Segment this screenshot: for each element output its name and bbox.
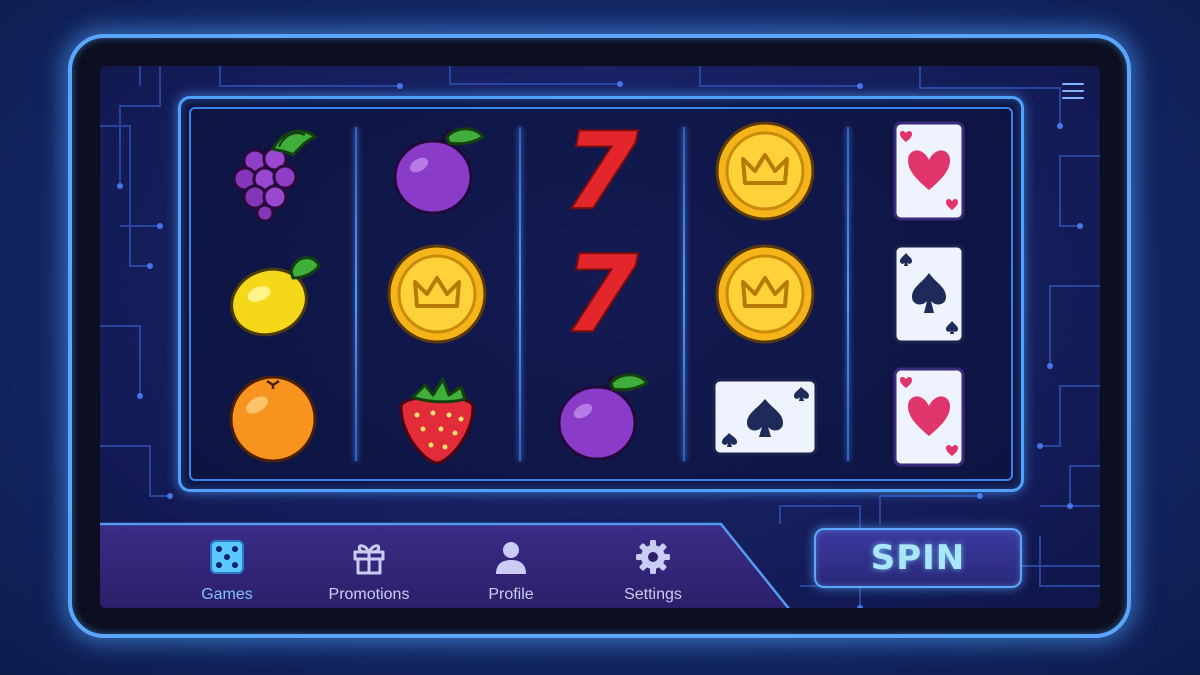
hamburger-menu-icon[interactable] xyxy=(1060,80,1086,102)
gear-icon xyxy=(634,538,672,576)
spin-button[interactable]: SPIN xyxy=(814,528,1022,588)
reel-4 xyxy=(683,109,847,479)
nav-item-games[interactable]: Games xyxy=(156,538,298,604)
gold-crown-coin-icon xyxy=(710,239,820,349)
user-icon xyxy=(492,538,530,576)
plum-icon xyxy=(546,362,656,472)
seven-glyph: 7 xyxy=(563,232,639,355)
red-seven-icon: 7 xyxy=(546,239,656,349)
spade-card-icon xyxy=(874,239,984,349)
spin-button-label: SPIN xyxy=(870,538,966,578)
nav-item-profile[interactable]: Profile xyxy=(440,538,582,604)
gift-icon xyxy=(350,538,388,576)
red-seven-icon: 7 xyxy=(546,116,656,226)
reel-1 xyxy=(191,109,355,479)
nav-label-settings: Settings xyxy=(624,586,682,603)
nav-item-promotions[interactable]: Promotions xyxy=(298,538,440,604)
gold-crown-coin-icon xyxy=(382,239,492,349)
nav-label-promotions: Promotions xyxy=(328,586,410,603)
heart-card-icon xyxy=(874,116,984,226)
ace-of-spades-card-icon xyxy=(710,362,820,472)
strawberry-icon xyxy=(382,362,492,472)
plum-icon xyxy=(382,116,492,226)
gold-crown-coin-icon xyxy=(710,116,820,226)
nav-item-settings[interactable]: Settings xyxy=(582,538,724,604)
slot-reels-frame: 7 7 xyxy=(178,96,1024,492)
lemon-icon xyxy=(218,239,328,349)
nav-label-profile: Profile xyxy=(488,586,534,603)
reel-3: 7 7 xyxy=(519,109,683,479)
reel-2 xyxy=(355,109,519,479)
orange-icon xyxy=(218,362,328,472)
reel-5 xyxy=(847,109,1011,479)
reels-container: 7 7 xyxy=(189,107,1013,481)
nav-label-games: Games xyxy=(201,586,253,603)
seven-glyph: 7 xyxy=(563,109,639,232)
tablet-frame: 7 7 Games Promotions Profile Settings SP… xyxy=(68,34,1131,638)
heart-card-icon xyxy=(874,362,984,472)
dice-icon xyxy=(208,538,246,576)
game-screen: 7 7 Games Promotions Profile Settings SP… xyxy=(100,66,1100,608)
bottom-nav: Games Promotions Profile Settings xyxy=(156,538,724,604)
grapes-icon xyxy=(218,116,328,226)
